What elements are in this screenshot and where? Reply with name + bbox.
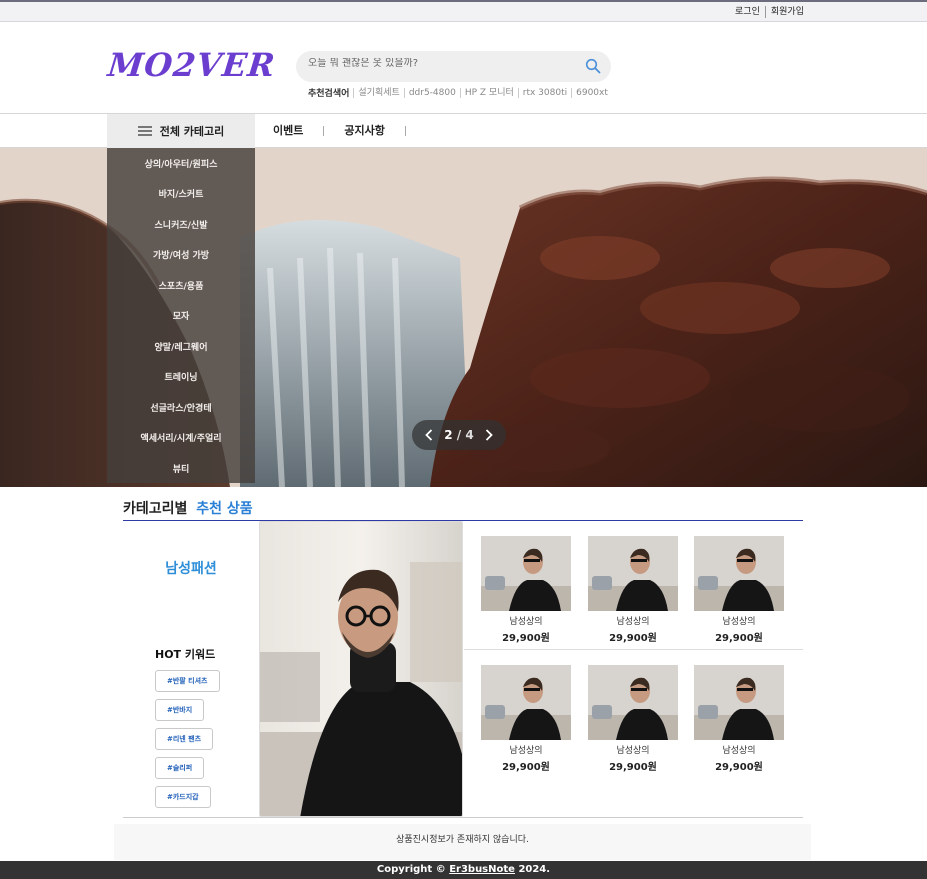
product-card[interactable]: 남성상의 29,900원: [481, 536, 571, 644]
account-links: 로그인 회원가입: [730, 6, 809, 18]
slider-page-indicator: 2 / 4: [444, 428, 473, 442]
product-thumbnail: [588, 536, 678, 611]
product-name: 남성상의: [616, 617, 650, 627]
recommended-keyword[interactable]: 설기획세트: [353, 87, 403, 98]
product-grid: 남성상의 29,900원 남성상의 29,900원 남성상의 29,900원 남…: [464, 521, 803, 817]
product-card[interactable]: 남성상의 29,900원: [481, 665, 571, 773]
slider-current: 2: [444, 428, 453, 442]
section-bottom-divider: [123, 817, 803, 818]
product-price: 29,900원: [609, 762, 657, 773]
search-input[interactable]: [308, 58, 578, 69]
category-menu-item[interactable]: 트레이닝: [107, 362, 255, 393]
search-box: [296, 51, 611, 82]
product-card[interactable]: 남성상의 29,900원: [588, 665, 678, 773]
category-panel: 남성패션 HOT 키워드 #반팔 티셔츠 #반바지 #리넨 팬츠 #슬리퍼 #카…: [123, 521, 259, 817]
category-menu-item[interactable]: 가방/여성 가방: [107, 240, 255, 271]
category-menu-item[interactable]: 바지/스커트: [107, 179, 255, 210]
footer-brand-link[interactable]: Er3busNote: [449, 864, 515, 875]
nav-menu: 이벤트 공지사항: [257, 114, 406, 148]
category-menu-item[interactable]: 양말/레그웨어: [107, 331, 255, 362]
hot-keyword-chip[interactable]: #슬리퍼: [155, 757, 205, 779]
signup-link[interactable]: 회원가입: [764, 6, 809, 18]
slider-total: 4: [465, 428, 474, 442]
product-card[interactable]: 남성상의 29,900원: [694, 536, 784, 644]
category-name[interactable]: 남성패션: [123, 558, 259, 578]
section-title: 카테고리별 추천 상품: [123, 498, 803, 521]
slider-prev-button[interactable]: [424, 428, 434, 442]
main-nav: 전체 카테고리 이벤트 공지사항: [0, 114, 927, 148]
hot-keywords-title: HOT 키워드: [155, 648, 216, 661]
hot-keyword-chip[interactable]: #리넨 팬츠: [155, 728, 214, 750]
hamburger-icon: [137, 124, 152, 139]
hot-keyword-chip[interactable]: #카드지갑: [155, 786, 211, 808]
all-categories-button[interactable]: 전체 카테고리: [107, 114, 255, 148]
category-menu-item[interactable]: 액세서리/시계/주얼리: [107, 423, 255, 454]
section-title-highlight: 추천 상품: [196, 501, 253, 517]
chevron-right-icon: [485, 429, 493, 441]
search-icon[interactable]: [585, 58, 601, 74]
site-logo[interactable]: MO2VER: [106, 46, 277, 84]
top-bar: 로그인 회원가입: [0, 0, 927, 22]
site-header: MO2VER 추천검색어 설기획세트 ddr5-4800 HP Z 모니터 rt…: [0, 22, 927, 114]
site-footer: Copyright © Er3busNote 2024.: [0, 861, 927, 879]
grid-divider: [464, 649, 803, 650]
hot-keyword-chip[interactable]: #반팔 티셔츠: [155, 670, 220, 692]
slider-separator: /: [456, 428, 462, 442]
product-thumbnail: [694, 536, 784, 611]
product-price: 29,900원: [502, 633, 550, 644]
all-categories-label: 전체 카테고리: [159, 125, 225, 138]
hot-keyword-list: #반팔 티셔츠 #반바지 #리넨 팬츠 #슬리퍼 #카드지갑: [155, 668, 220, 813]
copyright-year: 2024.: [518, 864, 551, 875]
featured-product-image[interactable]: [259, 521, 463, 817]
login-link[interactable]: 로그인: [730, 6, 765, 18]
category-menu-item[interactable]: 스니커즈/신발: [107, 209, 255, 240]
product-thumbnail: [481, 665, 571, 740]
slider-next-button[interactable]: [484, 428, 494, 442]
product-thumbnail: [481, 536, 571, 611]
product-name: 남성상의: [722, 746, 756, 756]
recommended-keyword[interactable]: 6900xt: [571, 87, 612, 98]
category-menu-item[interactable]: 스포츠/용품: [107, 270, 255, 301]
category-menu-item[interactable]: 모자: [107, 301, 255, 332]
hot-keyword-chip[interactable]: #반바지: [155, 699, 205, 721]
product-thumbnail: [588, 665, 678, 740]
product-card[interactable]: 남성상의 29,900원: [694, 665, 784, 773]
recommended-keyword[interactable]: rtx 3080ti: [517, 87, 571, 98]
recommended-label: 추천검색어: [308, 89, 350, 99]
notice-text: 상품진시정보가 존재하지 않습니다.: [114, 824, 811, 860]
recommended-keyword[interactable]: HP Z 모니터: [459, 87, 518, 98]
copyright-prefix: Copyright ©: [376, 864, 446, 875]
nav-item-event[interactable]: 이벤트: [257, 125, 325, 136]
category-menu-item[interactable]: 상의/아우터/원피스: [107, 148, 255, 179]
product-name: 남성상의: [722, 617, 756, 627]
category-menu-item[interactable]: 선글라스/안경테: [107, 392, 255, 423]
chevron-left-icon: [425, 429, 433, 441]
product-name: 남성상의: [616, 746, 650, 756]
recommended-keyword[interactable]: ddr5-4800: [403, 87, 460, 98]
category-menu: 상의/아우터/원피스 바지/스커트 스니커즈/신발 가방/여성 가방 스포츠/용…: [107, 148, 255, 483]
product-card[interactable]: 남성상의 29,900원: [588, 536, 678, 644]
section-title-text: 카테고리별: [123, 501, 188, 517]
product-price: 29,900원: [502, 762, 550, 773]
product-price: 29,900원: [715, 762, 763, 773]
product-name: 남성상의: [509, 617, 543, 627]
nav-item-notice[interactable]: 공지사항: [324, 125, 406, 136]
product-price: 29,900원: [715, 633, 763, 644]
recommended-keywords: 추천검색어 설기획세트 ddr5-4800 HP Z 모니터 rtx 3080t…: [308, 86, 612, 99]
featured-model-image: [260, 522, 462, 816]
product-thumbnail: [694, 665, 784, 740]
slider-controls: 2 / 4: [412, 420, 506, 450]
product-name: 남성상의: [509, 746, 543, 756]
product-price: 29,900원: [609, 633, 657, 644]
category-menu-item[interactable]: 뷰티: [107, 453, 255, 484]
